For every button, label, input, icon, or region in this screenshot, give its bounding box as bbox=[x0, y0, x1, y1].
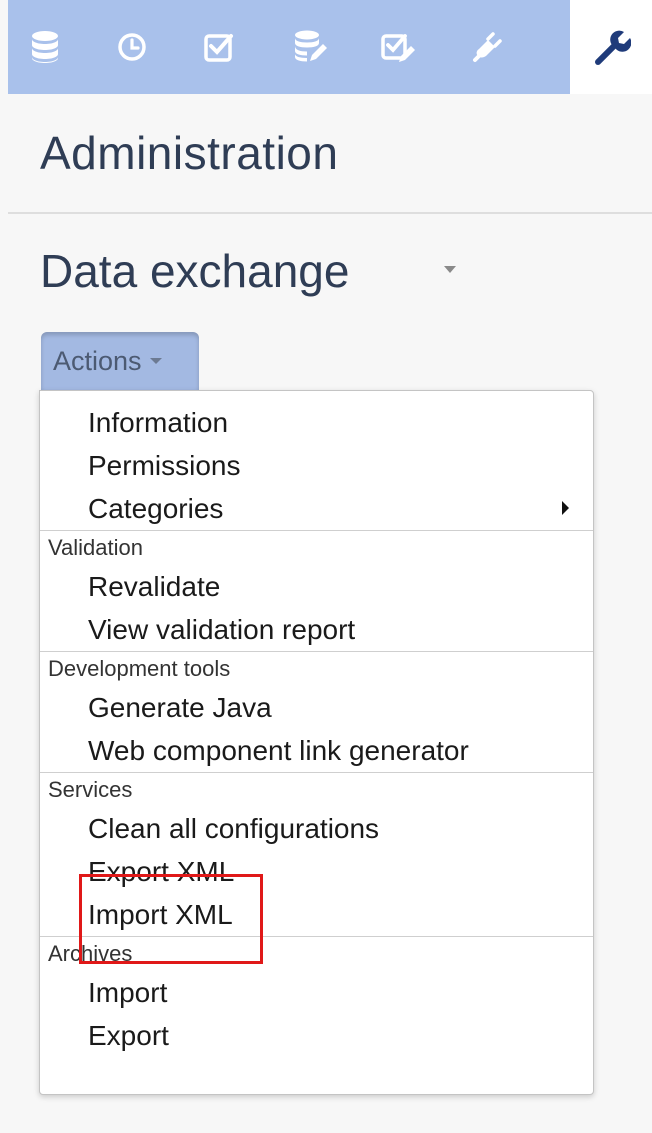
menu-section-services: Services Clean all configurations Export… bbox=[40, 772, 593, 936]
menu-item-information[interactable]: Information bbox=[40, 401, 593, 444]
plug-icon[interactable] bbox=[464, 24, 510, 70]
database-edit-icon[interactable] bbox=[286, 24, 332, 70]
checkbox-icon[interactable] bbox=[196, 24, 242, 70]
top-nav-bar bbox=[8, 0, 570, 94]
menu-section-header: Development tools bbox=[48, 656, 231, 681]
actions-button[interactable]: Actions bbox=[41, 332, 199, 390]
section-title: Data exchange bbox=[40, 245, 350, 297]
checkbox-edit-icon[interactable] bbox=[374, 24, 420, 70]
menu-item-generate-java[interactable]: Generate Java bbox=[40, 686, 593, 729]
menu-item-archive-import[interactable]: Import bbox=[40, 971, 593, 1014]
menu-item-web-component-link-generator[interactable]: Web component link generator bbox=[40, 729, 593, 772]
database-icon[interactable] bbox=[22, 24, 68, 70]
menu-item-import-xml[interactable]: Import XML bbox=[40, 893, 593, 936]
caret-down-icon bbox=[149, 358, 162, 364]
caret-right-icon bbox=[562, 501, 569, 515]
actions-menu: Information Permissions Categories Valid… bbox=[39, 390, 594, 1095]
menu-section-header: Services bbox=[48, 777, 133, 802]
menu-item-permissions[interactable]: Permissions bbox=[40, 444, 593, 487]
page: Administration Data exchange Actions Inf… bbox=[0, 0, 652, 1133]
actions-label: Actions bbox=[53, 345, 142, 376]
wrench-icon[interactable] bbox=[588, 24, 634, 70]
chevron-down-icon[interactable] bbox=[444, 266, 456, 273]
menu-section-validation: Validation Revalidate View validation re… bbox=[40, 530, 593, 651]
menu-item-view-validation-report[interactable]: View validation report bbox=[40, 608, 593, 651]
menu-item-clean-all-configurations[interactable]: Clean all configurations bbox=[40, 807, 593, 850]
menu-item-revalidate[interactable]: Revalidate bbox=[40, 565, 593, 608]
divider bbox=[8, 212, 652, 214]
menu-section-archives: Archives Import Export bbox=[40, 936, 593, 1057]
menu-item-export-xml[interactable]: Export XML bbox=[40, 850, 593, 893]
menu-section-header: Archives bbox=[48, 941, 133, 966]
menu-item-label: Categories bbox=[88, 493, 224, 524]
menu-section-header: Validation bbox=[48, 535, 143, 560]
menu-item-archive-export[interactable]: Export bbox=[40, 1014, 593, 1057]
menu-section-general: Information Permissions Categories bbox=[40, 391, 593, 530]
menu-item-categories[interactable]: Categories bbox=[40, 487, 593, 530]
page-title: Administration bbox=[40, 127, 339, 179]
clock-icon[interactable] bbox=[109, 24, 155, 70]
tab-administration[interactable] bbox=[570, 0, 652, 94]
menu-section-development-tools: Development tools Generate Java Web comp… bbox=[40, 651, 593, 772]
